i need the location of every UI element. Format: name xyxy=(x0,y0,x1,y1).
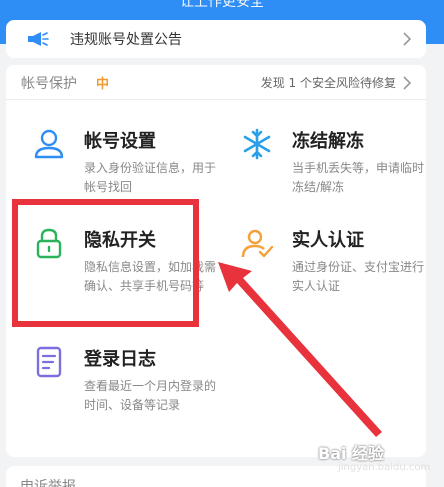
watermark: Bai 经验 jingyan.baidu.com xyxy=(318,440,431,474)
watermark-sub: jingyan.baidu.com xyxy=(338,462,431,473)
annotation-arrow xyxy=(218,262,382,437)
watermark-text: Bai 经验 xyxy=(318,444,385,463)
